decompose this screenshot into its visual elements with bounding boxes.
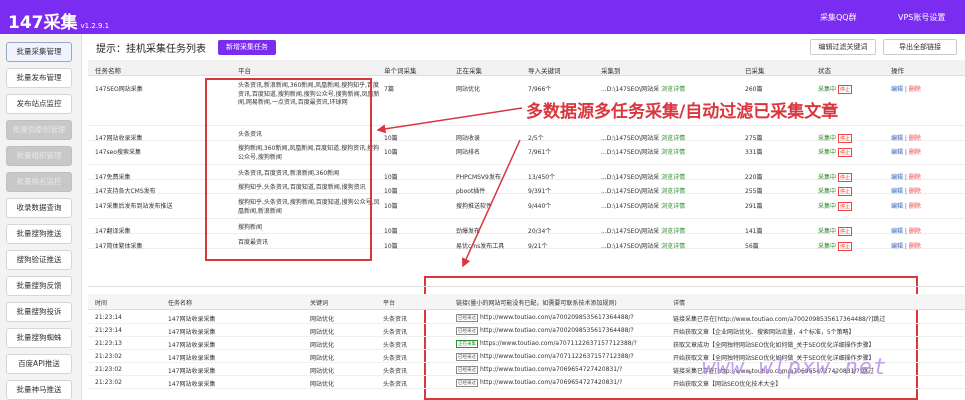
log-task: 147网站收录采集 [168,329,216,336]
log-tag: 已经采过 [456,379,478,387]
log-platform: 头条资讯 [383,316,408,323]
log-tag: 已经采过 [456,366,478,374]
log-task: 147网站收录采集 [168,368,216,375]
log-row: 21:23:14 147网站收录采集 网站优化 头条资讯 已经采过 http://www.… [88,311,965,324]
arrow-to-platforms [376,107,523,134]
log-platform: 头条资讯 [383,381,408,388]
log-col-task: 任务名称 [168,300,193,307]
log-time: 21:23:14 [95,327,122,334]
log-task: 147网站收录采集 [168,316,216,323]
log-keyword: 网站优化 [310,316,335,323]
log-time: 21:23:02 [95,353,122,360]
log-col-detail: 详情 [673,300,686,307]
log-time: 21:23:14 [95,314,122,321]
log-time: 21:23:13 [95,340,122,347]
log-col-link: 链接(量小的网站可能没有已配，如需要可联系技术添加规则) [456,300,617,307]
log-keyword: 网站优化 [310,355,335,362]
log-table-header: 时间 任务名称 关键词 平台 链接(量小的网站可能没有已配，如需要可联系技术添加… [88,294,965,310]
log-link[interactable]: 已经采过 http://www.toutiao.com/a706965472742… [456,379,668,387]
section-divider [88,286,965,287]
log-row: 21:23:13 147网站收录采集 网站优化 头条资讯 正在采集 https://www… [88,337,965,350]
log-platform: 头条资讯 [383,355,408,362]
log-detail: 链接采集已存在[http://www.toutiao.com/a70020985… [673,316,886,323]
log-task: 147网站收录采集 [168,342,216,349]
log-task: 147网站收录采集 [168,381,216,388]
log-detail: 开始获取文章【网站SEO优化技术大全】 [673,381,782,388]
log-tag: 已经采过 [456,327,478,335]
log-row: 21:23:14 147网站收录采集 网站优化 头条资讯 已经采过 http://www.… [88,324,965,337]
log-keyword: 网站优化 [310,381,335,388]
log-tag: 已经采过 [456,353,478,361]
log-col-platform: 平台 [383,300,396,307]
log-link[interactable]: 已经采过 http://www.toutiao.com/a700209853561… [456,327,668,335]
log-detail: 获取文章成功【全网独特网站SEO优化如何做_关于SEO优化详细操作步骤】 [673,342,875,349]
log-col-keyword: 关键词 [310,300,329,307]
log-platform: 头条资讯 [383,329,408,336]
log-tag: 已经采过 [456,314,478,322]
log-col-time: 时间 [95,300,108,307]
log-time: 21:23:02 [95,379,122,386]
log-link[interactable]: 已经采过 http://www.toutiao.com/a706965472742… [456,366,668,374]
log-keyword: 网站优化 [310,368,335,375]
log-detail: 开始获取文章【企业网站优化、搜索网站流量，4个标准，5个策略】 [673,329,855,336]
log-platform: 头条资讯 [383,368,408,375]
log-tag: 正在采集 [456,340,478,348]
arrow-to-log [461,139,521,268]
log-keyword: 网站优化 [310,342,335,349]
log-platform: 头条资讯 [383,342,408,349]
log-link[interactable]: 已经采过 http://www.toutiao.com/a700209853561… [456,314,668,322]
log-keyword: 网站优化 [310,329,335,336]
log-time: 21:23:02 [95,366,122,373]
log-task: 147网站收录采集 [168,355,216,362]
log-link[interactable]: 正在采集 https://www.toutiao.com/a70711226371… [456,340,668,348]
watermark: www.wlpxw.net [702,355,888,380]
log-link[interactable]: 已经采过 http://www.toutiao.com/a707112263715… [456,353,668,361]
